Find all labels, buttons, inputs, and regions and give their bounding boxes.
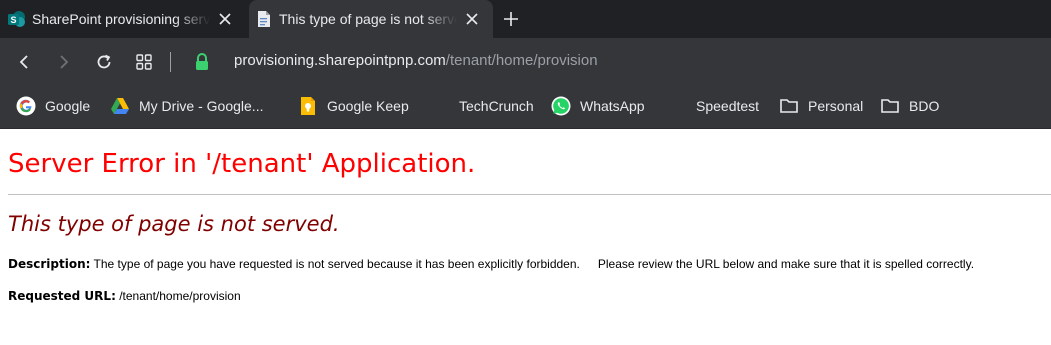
folder-icon [881,99,899,113]
google-drive-icon [111,98,129,114]
bookmark-label: Google Keep [327,98,409,114]
grid-icon [136,54,152,70]
address-bar[interactable]: provisioning.sharepointpnp.com/tenant/ho… [234,52,598,69]
description-label: Description: [8,257,91,271]
new-tab-button[interactable] [500,8,522,30]
bookmark-google-keep[interactable]: Google Keep [298,94,409,118]
url-path: /tenant/home/provision [445,52,598,69]
toolbar-divider [170,52,171,72]
bookmark-whatsapp[interactable]: WhatsApp [551,94,645,118]
bookmark-label: BDO [909,98,940,114]
browser-chrome: S SharePoint provisioning service This t… [0,0,1051,129]
reload-button[interactable] [92,50,116,74]
requested-url-value: /tenant/home/provision [119,289,241,303]
tab-sharepoint-provisioning[interactable]: S SharePoint provisioning service [0,0,246,38]
close-icon[interactable] [216,10,234,28]
bookmark-techcrunch[interactable]: TechCrunch [459,94,534,118]
chevron-left-icon [19,55,28,69]
tab-title: SharePoint provisioning service [32,11,210,27]
chevron-right-icon [60,55,69,69]
back-button[interactable] [12,50,36,74]
whatsapp-icon [551,96,571,116]
divider [8,194,1051,195]
document-icon [258,11,270,27]
svg-text:S: S [10,15,16,25]
bookmark-folder-personal[interactable]: Personal [779,94,863,118]
plus-icon [504,12,518,26]
requested-url-line: Requested URL: /tenant/home/provision [8,289,241,303]
close-icon[interactable] [463,10,481,28]
bookmark-label: Google [45,98,91,114]
bookmark-label: TechCrunch [459,98,534,114]
bookmark-speedtest[interactable]: Speedtest [696,94,759,118]
bookmark-label: My Drive - Google... [139,98,264,114]
error-subtitle: This type of page is not served. [8,212,340,236]
bookmarks-bar: Google My Drive - Google... Google Keep … [0,86,1051,129]
forward-button[interactable] [52,50,76,74]
reload-icon [97,54,111,69]
folder-icon [780,99,798,113]
sharepoint-icon: S [8,11,25,27]
tab-error-page[interactable]: This type of page is not served. [249,0,493,38]
google-keep-icon [301,97,315,115]
description-line: Description: The type of page you have r… [8,257,974,271]
bookmark-google[interactable]: Google [16,94,90,118]
lock-icon[interactable] [193,52,211,72]
description-text: The type of page you have requested is n… [93,257,580,271]
bookmark-my-drive[interactable]: My Drive - Google... [110,94,263,118]
page-title: Server Error in '/tenant' Application. [8,149,476,179]
google-icon [16,96,36,116]
requested-url-label: Requested URL: [8,289,116,303]
toolbar: provisioning.sharepointpnp.com/tenant/ho… [0,38,1051,86]
bookmark-folder-bdo[interactable]: BDO [880,94,939,118]
description-text-2: Please review the URL below and make sur… [597,257,975,271]
tab-title: This type of page is not served. [279,11,457,27]
bookmark-label: WhatsApp [580,98,645,114]
tab-strip: S SharePoint provisioning service This t… [0,0,1051,38]
apps-button[interactable] [132,50,156,74]
bookmark-label: Personal [808,98,864,114]
url-host: provisioning.sharepointpnp.com [234,52,446,69]
bookmark-label: Speedtest [696,98,760,114]
